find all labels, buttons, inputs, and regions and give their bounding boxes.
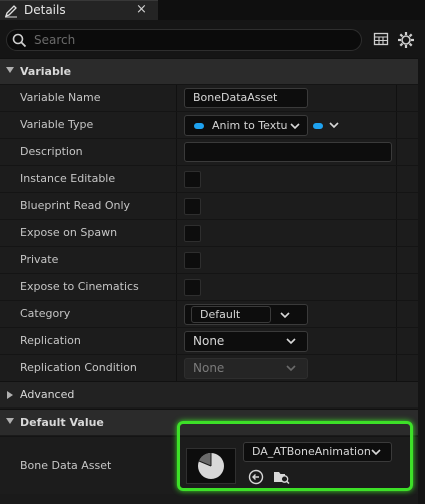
row-blueprint-read-only: Blueprint Read Only bbox=[0, 192, 418, 219]
row-description: Description bbox=[0, 138, 418, 165]
section-default-value[interactable]: Default Value bbox=[0, 409, 418, 435]
chevron-down-icon bbox=[286, 365, 296, 372]
category-combo[interactable]: Default bbox=[184, 304, 308, 325]
category-value: Default bbox=[200, 308, 241, 321]
row-replication-condition: Replication Condition None bbox=[0, 354, 418, 381]
row-label: Variable Name bbox=[20, 91, 101, 104]
row-category: Category Default bbox=[0, 300, 418, 327]
instance-editable-checkbox[interactable] bbox=[184, 171, 201, 188]
replication-condition-dropdown: None bbox=[184, 358, 308, 379]
replication-value: None bbox=[193, 334, 225, 348]
replication-dropdown[interactable]: None bbox=[184, 331, 308, 352]
section-label: Variable bbox=[20, 65, 72, 78]
browse-icon[interactable] bbox=[273, 469, 290, 485]
pencil-icon bbox=[4, 4, 18, 18]
category-input[interactable]: Default bbox=[191, 306, 271, 323]
search-box bbox=[6, 29, 362, 51]
description-field[interactable] bbox=[184, 142, 392, 162]
gear-icon[interactable] bbox=[397, 31, 415, 49]
variable-name-field[interactable]: BoneDataAsset bbox=[184, 88, 308, 108]
section-advanced[interactable]: Advanced bbox=[0, 381, 418, 407]
row-label: Replication Condition bbox=[20, 361, 137, 374]
row-label: Blueprint Read Only bbox=[20, 199, 131, 212]
table-icon[interactable] bbox=[373, 31, 391, 49]
search-input[interactable] bbox=[34, 32, 354, 48]
row-expose-to-cinematics: Expose to Cinematics bbox=[0, 273, 418, 300]
type-pin-icon bbox=[194, 123, 204, 129]
row-label: Variable Type bbox=[20, 118, 94, 131]
row-label: Expose on Spawn bbox=[20, 226, 118, 239]
section-variable[interactable]: Variable bbox=[0, 58, 418, 84]
section-label: Advanced bbox=[20, 388, 75, 401]
row-label: Replication bbox=[20, 334, 81, 347]
asset-value: DA_ATBoneAnimation bbox=[252, 445, 371, 458]
row-variable-type: Variable Type Anim to Textu bbox=[0, 111, 418, 138]
chevron-down-icon bbox=[286, 338, 296, 345]
expose-on-spawn-checkbox[interactable] bbox=[184, 225, 201, 242]
variable-type-dropdown[interactable]: Anim to Textu bbox=[184, 115, 308, 136]
chevron-down-icon bbox=[371, 449, 381, 456]
variable-type-value: Anim to Textu bbox=[212, 119, 288, 132]
row-private: Private bbox=[0, 246, 418, 273]
chevron-down-icon bbox=[280, 312, 290, 319]
close-icon[interactable]: × bbox=[136, 2, 147, 17]
row-label: Instance Editable bbox=[20, 172, 116, 185]
tab-title: Details bbox=[24, 3, 66, 17]
expose-to-cinematics-checkbox[interactable] bbox=[184, 279, 201, 296]
row-label: Private bbox=[20, 253, 59, 266]
row-label: Bone Data Asset bbox=[20, 459, 112, 472]
row-label: Category bbox=[20, 307, 71, 320]
scrollbar-track[interactable] bbox=[418, 58, 425, 504]
row-replication: Replication None bbox=[0, 327, 418, 354]
section-label: Default Value bbox=[20, 416, 104, 429]
row-expose-on-spawn: Expose on Spawn bbox=[0, 219, 418, 246]
search-icon bbox=[12, 33, 27, 48]
expand-arrow-icon bbox=[6, 67, 14, 73]
expand-arrow-icon bbox=[6, 418, 14, 424]
row-label: Description bbox=[20, 145, 83, 158]
expand-arrow-icon bbox=[7, 391, 13, 399]
tab-details[interactable]: Details × bbox=[0, 0, 158, 20]
private-checkbox[interactable] bbox=[184, 252, 201, 269]
toolbar bbox=[0, 20, 425, 58]
use-selected-icon[interactable] bbox=[248, 469, 264, 485]
row-variable-name: Variable Name BoneDataAsset bbox=[0, 84, 418, 111]
chevron-down-icon bbox=[329, 122, 339, 129]
asset-picker-dropdown[interactable]: DA_ATBoneAnimation bbox=[243, 442, 392, 462]
blueprint-read-only-checkbox[interactable] bbox=[184, 198, 201, 215]
type-pin-icon bbox=[313, 123, 323, 129]
pie-chart-icon bbox=[198, 453, 224, 479]
row-instance-editable: Instance Editable bbox=[0, 165, 418, 192]
replication-condition-value: None bbox=[193, 361, 225, 375]
row-bone-data-asset: Bone Data Asset DA_ATBoneAnimation bbox=[0, 436, 418, 494]
chevron-down-icon bbox=[290, 123, 300, 130]
row-label: Expose to Cinematics bbox=[20, 280, 139, 293]
tab-bar: Details × bbox=[0, 0, 425, 20]
asset-thumbnail[interactable] bbox=[186, 448, 236, 484]
container-type-dropdown[interactable] bbox=[313, 120, 343, 132]
